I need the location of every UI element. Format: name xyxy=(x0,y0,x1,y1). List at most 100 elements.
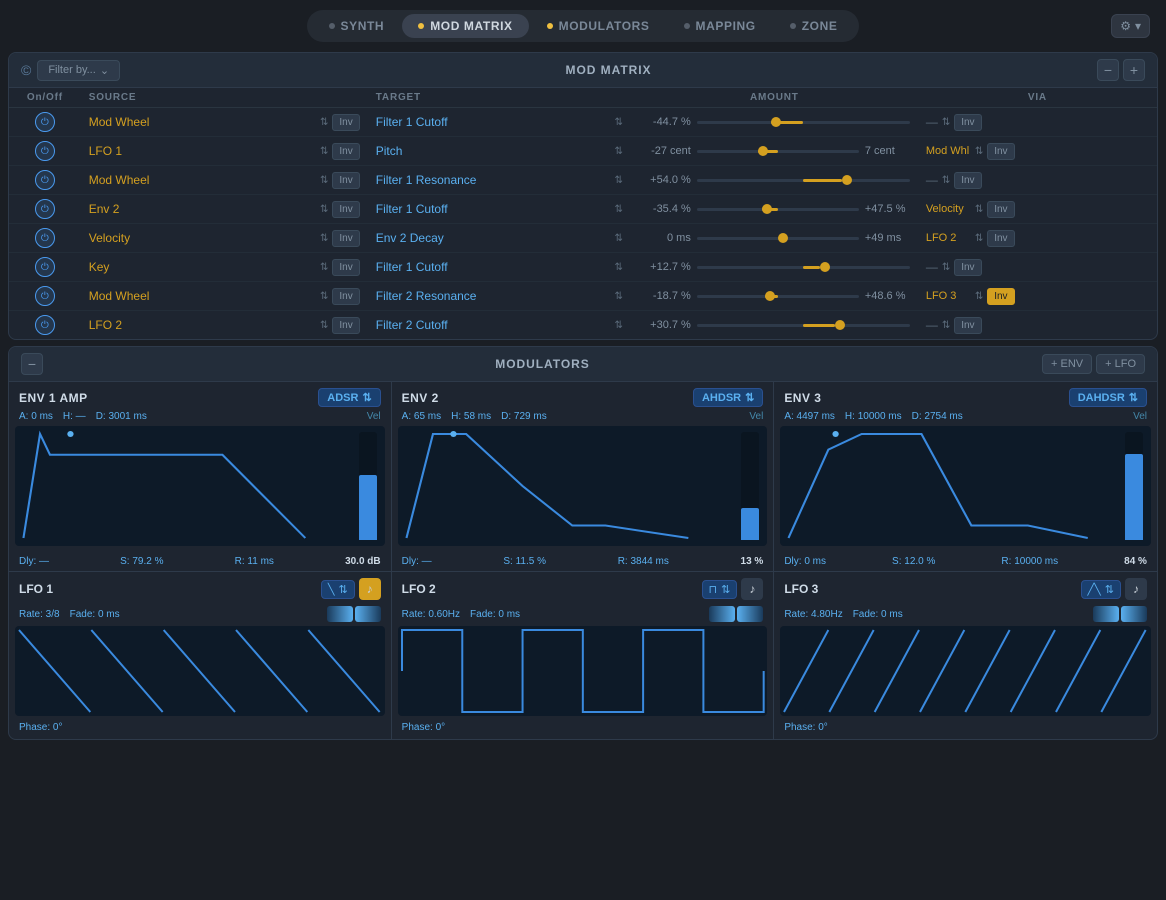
env-display[interactable]: Vel xyxy=(780,426,1151,546)
target-arrows-icon[interactable]: ⇅ xyxy=(614,233,622,244)
amount-slider[interactable] xyxy=(697,266,910,269)
power-button[interactable]: ⏻ xyxy=(35,286,55,306)
target-arrows-icon[interactable]: ⇅ xyxy=(614,291,622,302)
power-button[interactable]: ⏻ xyxy=(35,170,55,190)
target-arrows-icon[interactable]: ⇅ xyxy=(614,117,622,128)
mod-matrix-panel: © Filter by... ⌄ MOD MATRIX − + On/Off S… xyxy=(8,52,1158,340)
tab-zone[interactable]: ZONE xyxy=(774,14,854,38)
env-top-params: A: 4497 ms H: 10000 ms D: 2754 ms Vel xyxy=(774,411,1157,426)
tab-mod-matrix[interactable]: MOD MATRIX xyxy=(402,14,528,38)
amount-slider[interactable] xyxy=(697,179,910,182)
via-inv-button[interactable]: Inv xyxy=(987,201,1014,218)
power-button[interactable]: ⏻ xyxy=(35,228,55,248)
source-inv-button[interactable]: Inv xyxy=(332,230,359,247)
power-button[interactable]: ⏻ xyxy=(35,141,55,161)
minus-button[interactable]: − xyxy=(1097,59,1119,81)
source-inv-button[interactable]: Inv xyxy=(332,317,359,334)
vel-bar[interactable] xyxy=(359,475,377,540)
source-inv-button[interactable]: Inv xyxy=(332,114,359,131)
source-arrows-icon[interactable]: ⇅ xyxy=(320,291,328,302)
amount-slider[interactable] xyxy=(697,208,859,211)
lfo-rate: Rate: 0.60Hz xyxy=(402,609,460,620)
source-arrows-icon[interactable]: ⇅ xyxy=(320,233,328,244)
lfo-fade-up-button[interactable] xyxy=(709,606,735,622)
source-inv-button[interactable]: Inv xyxy=(332,288,359,305)
source-arrows-icon[interactable]: ⇅ xyxy=(320,117,328,128)
tab-mapping[interactable]: MAPPING xyxy=(668,14,772,38)
amount-slider[interactable] xyxy=(697,295,859,298)
env-display[interactable]: Vel xyxy=(398,426,768,546)
bypass-icon[interactable]: © xyxy=(21,62,31,78)
lfo-type-select[interactable]: ╱╲ ⇅ xyxy=(1081,580,1121,599)
lfo-fade-down-button[interactable] xyxy=(1121,606,1147,622)
source-arrows-icon[interactable]: ⇅ xyxy=(320,320,328,331)
lfo-fade-down-button[interactable] xyxy=(737,606,763,622)
lfo-display[interactable] xyxy=(15,626,385,716)
amount-slider[interactable] xyxy=(697,237,859,240)
plus-button[interactable]: + xyxy=(1123,59,1145,81)
power-button[interactable]: ⏻ xyxy=(35,257,55,277)
filter-button[interactable]: Filter by... ⌄ xyxy=(37,60,120,81)
env-type-select[interactable]: ADSR ⇅ xyxy=(318,388,380,407)
lfo-display[interactable] xyxy=(780,626,1151,716)
lfo-display[interactable] xyxy=(398,626,768,716)
source-arrows-icon[interactable]: ⇅ xyxy=(320,175,328,186)
source-arrows-icon[interactable]: ⇅ xyxy=(320,262,328,273)
modulators-minus-button[interactable]: − xyxy=(21,353,43,375)
via-inv-button[interactable]: Inv xyxy=(987,230,1014,247)
power-button[interactable]: ⏻ xyxy=(35,199,55,219)
target-arrows-icon[interactable]: ⇅ xyxy=(614,175,622,186)
vel-bar[interactable] xyxy=(1125,454,1143,540)
add-lfo-button[interactable]: + LFO xyxy=(1096,354,1145,374)
tab-synth[interactable]: SYNTH xyxy=(313,14,401,38)
lfo-type-select[interactable]: ⊓ ⇅ xyxy=(702,580,738,599)
via-inv-button[interactable]: Inv xyxy=(954,317,981,334)
lfo-header: LFO 3 ╱╲ ⇅ ♪ xyxy=(774,572,1157,604)
via-arrows-icon[interactable]: ⇅ xyxy=(942,262,950,273)
via-inv-button[interactable]: Inv xyxy=(954,172,981,189)
amount-slider[interactable] xyxy=(697,150,859,153)
env-type-label: AHDSR xyxy=(702,392,741,404)
tab-modulators[interactable]: MODULATORS xyxy=(531,14,666,38)
via-arrows-icon[interactable]: ⇅ xyxy=(975,233,983,244)
source-inv-button[interactable]: Inv xyxy=(332,143,359,160)
vel-bar[interactable] xyxy=(741,508,759,540)
source-inv-button[interactable]: Inv xyxy=(332,259,359,276)
env-type-select[interactable]: DAHDSR ⇅ xyxy=(1069,388,1147,407)
via-arrows-icon[interactable]: ⇅ xyxy=(975,204,983,215)
lfo-fade-up-button[interactable] xyxy=(1093,606,1119,622)
lfo-music-button[interactable]: ♪ xyxy=(359,578,381,600)
lfo-type-select[interactable]: ╲ ⇅ xyxy=(321,580,355,599)
source-inv-button[interactable]: Inv xyxy=(332,172,359,189)
power-button[interactable]: ⏻ xyxy=(35,315,55,335)
source-arrows-icon[interactable]: ⇅ xyxy=(320,146,328,157)
via-arrows-icon[interactable]: ⇅ xyxy=(942,175,950,186)
source-arrows-icon[interactable]: ⇅ xyxy=(320,204,328,215)
power-button[interactable]: ⏻ xyxy=(35,112,55,132)
env-display[interactable]: Vel xyxy=(15,426,385,546)
via-inv-button[interactable]: Inv xyxy=(987,288,1014,305)
target-arrows-icon[interactable]: ⇅ xyxy=(614,204,622,215)
via-arrows-icon[interactable]: ⇅ xyxy=(942,117,950,128)
via-arrows-icon[interactable]: ⇅ xyxy=(975,146,983,157)
via-arrows-icon[interactable]: ⇅ xyxy=(975,291,983,302)
target-arrows-icon[interactable]: ⇅ xyxy=(614,262,622,273)
lfo-fade-up-button[interactable] xyxy=(327,606,353,622)
via-inv-button[interactable]: Inv xyxy=(954,114,981,131)
source-inv-button[interactable]: Inv xyxy=(332,201,359,218)
lfo-fade-down-button[interactable] xyxy=(355,606,381,622)
env-type-select[interactable]: AHDSR ⇅ xyxy=(693,388,763,407)
via-inv-button[interactable]: Inv xyxy=(954,259,981,276)
tab-dot-mapping xyxy=(684,23,690,29)
gear-button[interactable]: ⚙ ▾ xyxy=(1111,14,1150,38)
add-env-button[interactable]: + ENV xyxy=(1042,354,1092,374)
via-arrows-icon[interactable]: ⇅ xyxy=(942,320,950,331)
via-inv-button[interactable]: Inv xyxy=(987,143,1014,160)
tab-dot-synth xyxy=(329,23,335,29)
amount-slider[interactable] xyxy=(697,121,910,124)
lfo-music-button[interactable]: ♪ xyxy=(741,578,763,600)
amount-slider[interactable] xyxy=(697,324,910,327)
target-arrows-icon[interactable]: ⇅ xyxy=(614,320,622,331)
target-arrows-icon[interactable]: ⇅ xyxy=(614,146,622,157)
lfo-music-button[interactable]: ♪ xyxy=(1125,578,1147,600)
